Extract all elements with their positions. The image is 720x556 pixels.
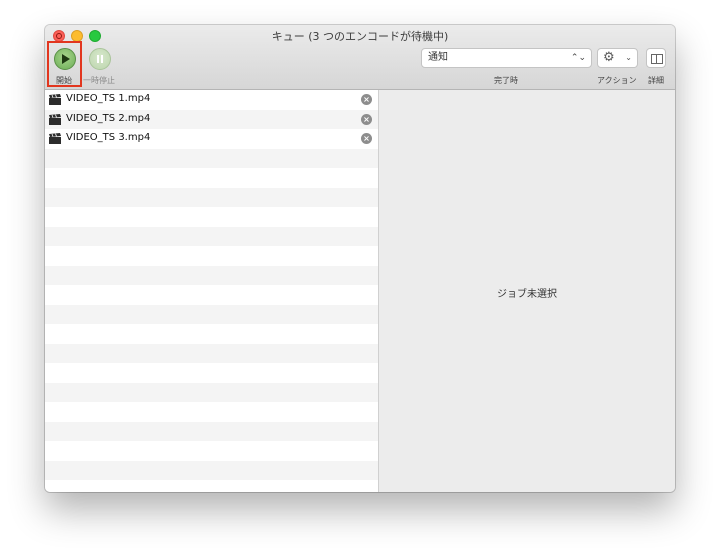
queue-item-name: VIDEO_TS 3.mp4 <box>66 132 151 143</box>
queue-list: VIDEO_TS 1.mp4 × VIDEO_TS 2.mp4 × VIDEO_… <box>45 90 378 492</box>
empty-row <box>45 324 378 344</box>
notification-select-value: 通知 <box>428 52 448 63</box>
toolbar: キュー (3 つのエンコードが待機中) 開始 一時停止 通知 ⌃⌄ 完了時 ⚙ … <box>45 25 675 90</box>
completion-label: 完了時 <box>494 76 518 85</box>
empty-row <box>45 168 378 188</box>
clapperboard-icon <box>49 133 61 144</box>
empty-row <box>45 402 378 422</box>
start-label: 開始 <box>56 76 72 85</box>
queue-window: キュー (3 つのエンコードが待機中) 開始 一時停止 通知 ⌃⌄ 完了時 ⚙ … <box>45 25 675 492</box>
gear-icon: ⚙ <box>603 50 615 65</box>
empty-row <box>45 460 378 480</box>
empty-row <box>45 246 378 266</box>
empty-row <box>45 480 378 492</box>
empty-row <box>45 441 378 461</box>
action-label: アクション <box>597 76 637 85</box>
action-menu-button[interactable]: ⚙ ⌄ <box>597 48 638 68</box>
empty-row <box>45 285 378 305</box>
remove-circle-icon[interactable]: × <box>361 94 372 105</box>
queue-item[interactable]: VIDEO_TS 3.mp4 × <box>45 129 378 149</box>
empty-row <box>45 363 378 383</box>
pause-label: 一時停止 <box>83 76 115 85</box>
empty-row <box>45 382 378 402</box>
notification-select[interactable]: 通知 ⌃⌄ <box>421 48 592 68</box>
empty-row <box>45 226 378 246</box>
queue-item-name: VIDEO_TS 2.mp4 <box>66 112 151 124</box>
remove-circle-icon[interactable]: × <box>361 133 372 144</box>
detail-toggle-button[interactable] <box>646 48 666 68</box>
remove-circle-icon[interactable]: × <box>361 113 372 125</box>
empty-row <box>45 421 378 441</box>
job-detail-pane: ジョブ未選択 <box>379 90 675 492</box>
empty-row <box>45 148 378 168</box>
chevron-down-icon: ⌄ <box>625 53 632 62</box>
queue-item[interactable]: VIDEO_TS 2.mp4 × <box>45 109 378 129</box>
queue-item[interactable]: VIDEO_TS 1.mp4 × <box>45 90 378 110</box>
empty-row <box>45 343 378 363</box>
no-job-selected-message: ジョブ未選択 <box>497 289 557 300</box>
empty-row <box>45 304 378 324</box>
window-title: キュー (3 つのエンコードが待機中) <box>271 30 449 43</box>
pause-button[interactable] <box>89 48 111 70</box>
empty-row <box>45 187 378 207</box>
updown-chevron-icon: ⌃⌄ <box>570 53 586 63</box>
empty-row <box>45 265 378 285</box>
empty-row <box>45 207 378 227</box>
detail-label: 詳細 <box>648 76 664 85</box>
clapperboard-icon <box>49 94 61 105</box>
clapperboard-icon <box>49 113 61 125</box>
queue-item-name: VIDEO_TS 1.mp4 <box>66 93 151 104</box>
